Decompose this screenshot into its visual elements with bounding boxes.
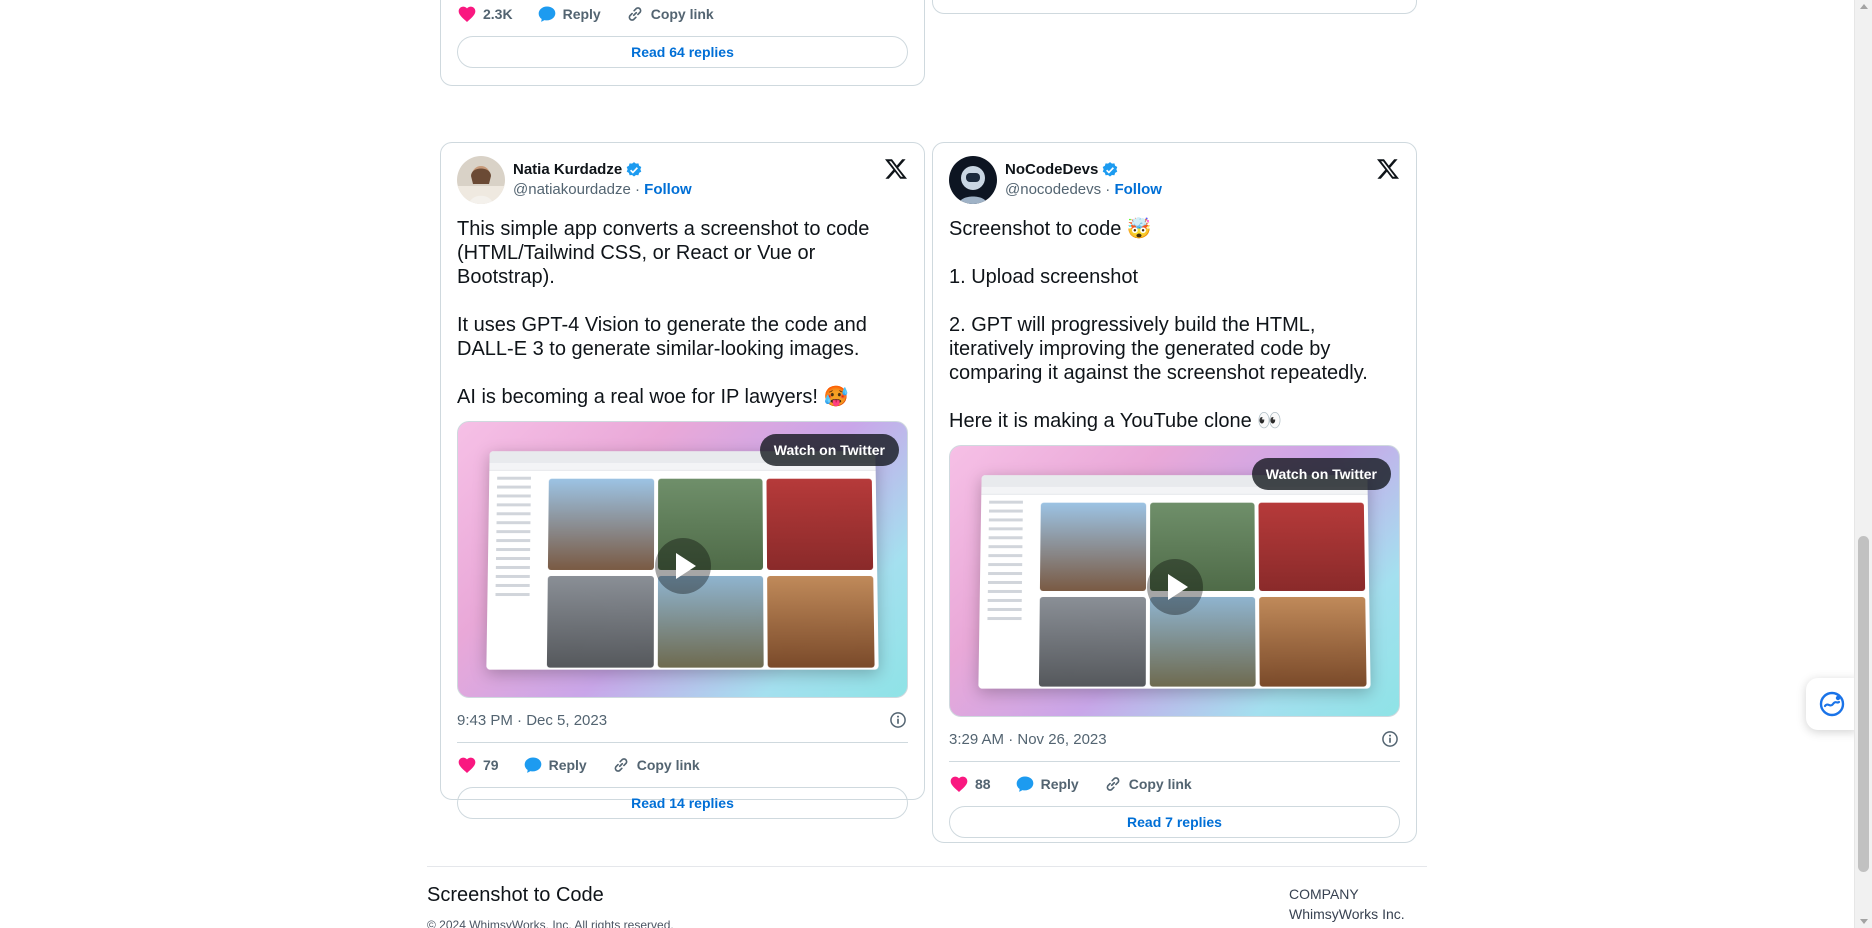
- x-logo-icon[interactable]: [884, 157, 908, 181]
- tweet-header: Natia Kurdadze @natiakourdadze · Follow: [441, 143, 924, 205]
- verified-badge-icon: [626, 162, 642, 177]
- follow-link[interactable]: Follow: [1114, 181, 1162, 198]
- footer-company-label: COMPANY: [1289, 886, 1359, 902]
- separator-dot: ·: [630, 181, 645, 198]
- reply-label: Reply: [548, 757, 587, 773]
- tweet-paragraph: 2. GPT will progressively build the HTML…: [949, 314, 1368, 384]
- link-icon: [628, 7, 642, 21]
- like-button[interactable]: 79: [457, 755, 499, 775]
- copy-link-button[interactable]: Copy link: [625, 4, 714, 24]
- reply-label: Reply: [562, 6, 601, 22]
- footer-title: Screenshot to Code: [427, 884, 604, 906]
- copy-link-label: Copy link: [1128, 776, 1192, 792]
- timestamp[interactable]: 3:29 AM · Nov 26, 2023: [949, 731, 1107, 748]
- read-replies-button[interactable]: Read 7 replies: [949, 806, 1400, 838]
- tweet-actions: 2.3K Reply Copy link: [441, 0, 924, 36]
- tweet-paragraph: Here it is making a YouTube clone 👀: [949, 410, 1283, 432]
- tweet-meta: 3:29 AM · Nov 26, 2023: [933, 717, 1416, 761]
- x-logo-icon[interactable]: [1376, 157, 1400, 181]
- reply-bubble-icon: [524, 757, 541, 773]
- play-icon[interactable]: [654, 537, 711, 594]
- footer-divider: [427, 866, 1427, 867]
- assistant-widget-icon: [1819, 691, 1845, 717]
- tweet-card-previous-right: [932, 0, 1417, 14]
- reply-bubble-icon: [538, 6, 555, 22]
- copy-link-label: Copy link: [636, 757, 700, 773]
- heart-icon: [950, 776, 968, 792]
- reply-button[interactable]: Reply: [537, 4, 601, 24]
- heart-icon: [458, 757, 476, 773]
- verified-badge-icon: [1103, 162, 1118, 177]
- copy-link-label: Copy link: [650, 6, 714, 22]
- reply-label: Reply: [1040, 776, 1079, 792]
- info-icon[interactable]: [1380, 729, 1400, 749]
- follow-link[interactable]: Follow: [644, 181, 692, 198]
- footer-company: COMPANY WhimsyWorks Inc.: [1289, 884, 1405, 924]
- footer-copyright: © 2024 WhimsyWorks, Inc. All rights rese…: [427, 918, 674, 928]
- assistant-widget-button[interactable]: [1806, 678, 1858, 730]
- scrollbar-thumb[interactable]: [1858, 536, 1869, 872]
- tweet-paragraph: AI is becoming a real woe for IP lawyers…: [457, 386, 849, 408]
- handle[interactable]: @natiakourdadze: [513, 181, 631, 198]
- handle[interactable]: @nocodedevs: [1005, 181, 1101, 198]
- scroll-up-arrow-icon[interactable]: [1860, 4, 1868, 9]
- like-count: 2.3K: [483, 6, 513, 22]
- tweet-card-previous: 2.3K Reply Copy link Read 64 replies: [440, 0, 925, 86]
- avatar[interactable]: [457, 156, 505, 204]
- play-icon[interactable]: [1146, 559, 1203, 615]
- watch-on-twitter-button[interactable]: Watch on Twitter: [759, 434, 899, 466]
- tweet-card: Natia Kurdadze @natiakourdadze · Follow …: [440, 142, 925, 819]
- reply-button[interactable]: Reply: [523, 755, 587, 775]
- watch-on-twitter-button[interactable]: Watch on Twitter: [1251, 458, 1391, 490]
- tweet-meta: 9:43 PM · Dec 5, 2023: [441, 698, 924, 742]
- link-icon: [1106, 777, 1120, 791]
- tweet-paragraph: 1. Upload screenshot: [949, 266, 1139, 288]
- tweet-actions: 79 Reply Copy link: [441, 743, 924, 787]
- reply-bubble-icon: [1016, 776, 1033, 792]
- like-count: 79: [483, 757, 499, 773]
- tweet-paragraph: It uses GPT-4 Vision to generate the cod…: [457, 314, 873, 360]
- display-name[interactable]: Natia Kurdadze: [513, 160, 622, 180]
- read-replies-button[interactable]: Read 64 replies: [457, 36, 908, 68]
- footer-company-name[interactable]: WhimsyWorks Inc.: [1289, 904, 1405, 924]
- like-button[interactable]: 88: [949, 774, 991, 794]
- heart-icon: [458, 6, 476, 22]
- link-icon: [614, 758, 628, 772]
- tweet-paragraph: This simple app converts a screenshot to…: [457, 218, 875, 288]
- copy-link-button[interactable]: Copy link: [611, 755, 700, 775]
- scroll-down-arrow-icon[interactable]: [1860, 919, 1868, 924]
- tweet-text: This simple app converts a screenshot to…: [441, 205, 924, 409]
- page-scrollbar[interactable]: [1854, 0, 1872, 928]
- tweet-header: NoCodeDevs @nocodedevs · Follow: [933, 143, 1416, 205]
- like-count: 88: [975, 776, 991, 792]
- video-thumbnail[interactable]: Watch on Twitter: [949, 445, 1400, 717]
- timestamp[interactable]: 9:43 PM · Dec 5, 2023: [457, 712, 607, 729]
- tweet-paragraph: Screenshot to code 🤯: [949, 218, 1152, 240]
- tweet-actions: 88 Reply Copy link: [933, 762, 1416, 806]
- read-replies-button[interactable]: Read 14 replies: [457, 787, 908, 819]
- info-icon[interactable]: [888, 710, 908, 730]
- tweet-text: Screenshot to code 🤯 1. Upload screensho…: [933, 205, 1416, 433]
- like-button[interactable]: 2.3K: [457, 4, 513, 24]
- tweet-card: NoCodeDevs @nocodedevs · Follow Screensh…: [932, 142, 1417, 843]
- display-name[interactable]: NoCodeDevs: [1005, 160, 1098, 180]
- video-thumbnail[interactable]: Watch on Twitter: [457, 421, 908, 698]
- copy-link-button[interactable]: Copy link: [1103, 774, 1192, 794]
- separator-dot: ·: [1101, 181, 1115, 198]
- reply-button[interactable]: Reply: [1015, 774, 1079, 794]
- avatar[interactable]: [949, 156, 997, 204]
